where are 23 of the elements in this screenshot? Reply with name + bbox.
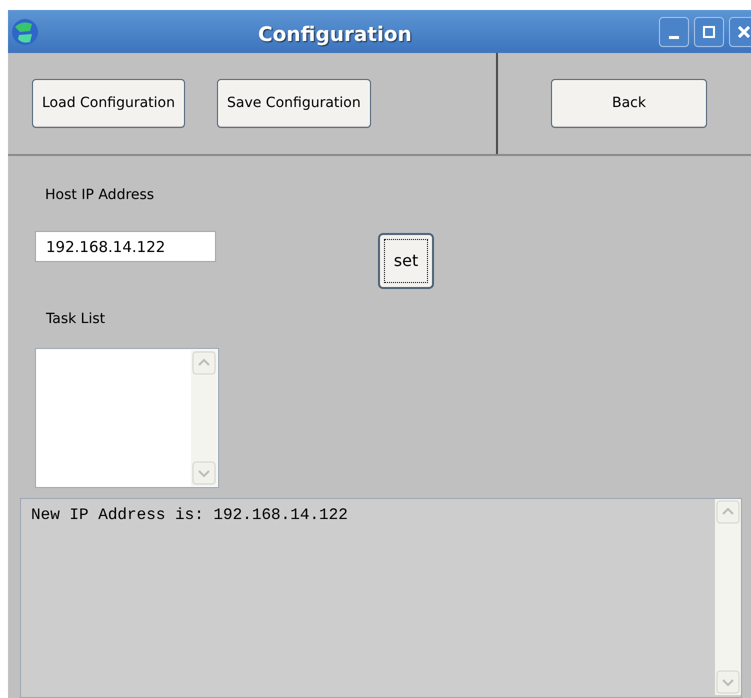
maximize-button[interactable] [694, 17, 724, 47]
window-title: Configuration [258, 21, 412, 48]
log-line: New IP Address is: 192.168.14.122 [31, 505, 348, 526]
close-icon [738, 26, 750, 38]
list-label: Task List [46, 310, 106, 330]
scroll-down-icon[interactable] [716, 670, 740, 694]
scrollbar[interactable] [715, 499, 741, 695]
scroll-up-icon[interactable] [192, 351, 216, 376]
maximize-icon [703, 26, 715, 38]
scrollbar[interactable] [191, 350, 217, 486]
field-label: Host IP Address [45, 186, 154, 206]
toolbar-button[interactable]: Load Configuration [32, 79, 185, 128]
task-list[interactable] [35, 348, 219, 488]
toolbar-button[interactable]: Save Configuration [216, 79, 371, 128]
set-button[interactable]: set [378, 233, 434, 290]
minimize-button[interactable] [659, 17, 689, 47]
back-button[interactable]: Back [551, 79, 707, 128]
minimize-icon [669, 36, 679, 38]
close-button[interactable] [729, 17, 751, 47]
scroll-up-icon[interactable] [716, 500, 740, 524]
ip-address-field[interactable]: 192.168.14.122 [35, 231, 216, 262]
app-logo-icon [10, 16, 40, 47]
scroll-down-icon[interactable] [192, 461, 216, 486]
